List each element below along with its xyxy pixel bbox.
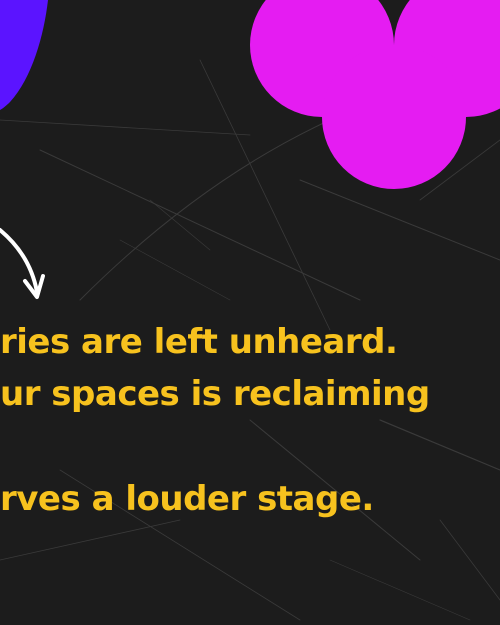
message-line-3: rves a louder stage. (0, 479, 374, 519)
background-layer (0, 0, 500, 625)
message-line-1: ries are left unheard. (0, 322, 398, 362)
message-line-2: ur spaces is reclaiming (0, 374, 430, 414)
